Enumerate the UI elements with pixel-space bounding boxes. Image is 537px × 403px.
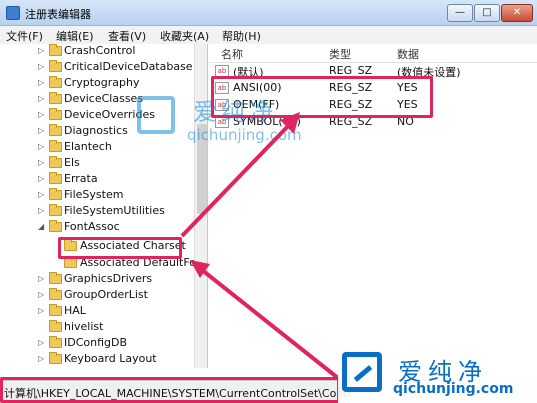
tree-node[interactable]: ▷ Els [0,156,207,172]
menu-favorites[interactable]: 收藏夹(A) [160,28,209,44]
tree-node[interactable]: ▷ FileSystemUtilities [0,204,207,220]
expand-icon[interactable]: ▷ [38,46,46,56]
watermark-logo-icon [137,96,175,134]
folder-icon [49,140,62,152]
watermark-url: qichunjing.com [187,126,302,144]
collapse-icon[interactable]: ◢ [38,222,46,232]
folder-icon [49,188,62,200]
tree-node[interactable]: ▷ HAL [0,304,207,320]
expand-icon[interactable]: ▷ [38,110,46,120]
expand-icon[interactable]: ▷ [38,206,46,216]
minimize-button[interactable]: — [447,4,473,22]
folder-icon [49,272,62,284]
folder-icon [49,304,62,316]
expand-icon[interactable]: ▷ [38,126,46,136]
folder-icon [49,156,62,168]
column-header-type[interactable]: 类型 [329,46,351,62]
menu-view[interactable]: 查看(V) [108,28,146,44]
folder-icon [49,44,62,56]
watermark-corner: 爱纯净 qichunjing.com [338,350,537,403]
watermark-logo-icon [342,352,382,392]
expand-icon[interactable]: ▷ [38,306,46,316]
folder-icon [49,76,62,88]
tree-node[interactable]: ▷ CriticalDeviceDatabase [0,60,207,76]
tree-node[interactable]: ▷ CrashControl [0,44,207,60]
expand-icon[interactable]: ▷ [38,338,46,348]
menu-help[interactable]: 帮助(H) [222,28,261,44]
menu-file[interactable]: 文件(F) [6,28,43,44]
column-header-name[interactable]: 名称 [221,46,243,62]
highlight-status-box [0,377,340,403]
expand-icon[interactable]: ▷ [38,354,46,364]
menu-bar: 文件(F) 编辑(E) 查看(V) 收藏夹(A) 帮助(H) [0,26,537,44]
highlight-values-box [211,76,433,118]
folder-icon [49,60,62,72]
expand-icon[interactable]: ▷ [38,290,46,300]
tree-node[interactable]: ▷ Errata [0,172,207,188]
title-bar: 注册表编辑器 — □ ✕ [0,0,537,26]
tree-node[interactable]: ▷ FileSystem [0,188,207,204]
folder-icon [49,288,62,300]
tree-node[interactable]: ▷ GraphicsDrivers [0,272,207,288]
menu-edit[interactable]: 编辑(E) [56,28,94,44]
expand-icon[interactable]: ▷ [38,62,46,72]
regedit-icon [6,6,20,20]
tree-node[interactable]: ▷ GroupOrderList [0,288,207,304]
folder-icon [49,92,62,104]
watermark-url: qichunjing.com [393,381,514,397]
folder-icon [49,124,62,136]
column-header-data[interactable]: 数据 [397,46,419,62]
expand-icon[interactable]: ▷ [38,158,46,168]
highlight-charset-box [58,237,182,259]
folder-icon [49,172,62,184]
folder-icon [49,352,62,364]
folder-open-icon [49,220,62,232]
tree-node[interactable]: ▷ Cryptography [0,76,207,92]
expand-icon[interactable]: ▷ [38,94,46,104]
folder-icon [49,204,62,216]
expand-icon[interactable]: ▷ [38,174,46,184]
folder-icon [64,256,77,268]
tree-node[interactable]: ▷ Keyboard Layout [0,352,207,368]
window-title: 注册表编辑器 [25,8,91,21]
expand-icon[interactable]: ▷ [38,190,46,200]
folder-icon [49,108,62,120]
expand-icon[interactable]: ▷ [38,78,46,88]
tree-node-expanded[interactable]: ◢ FontAssoc [0,220,207,236]
expand-icon[interactable]: ▷ [38,142,46,152]
folder-icon [49,320,62,332]
tree-node[interactable]: hivelist [0,320,207,336]
close-button[interactable]: ✕ [501,4,533,22]
tree-node[interactable]: ▷ IDConfigDB [0,336,207,352]
maximize-button[interactable]: □ [474,4,500,22]
folder-icon [49,336,62,348]
expand-icon[interactable]: ▷ [38,274,46,284]
